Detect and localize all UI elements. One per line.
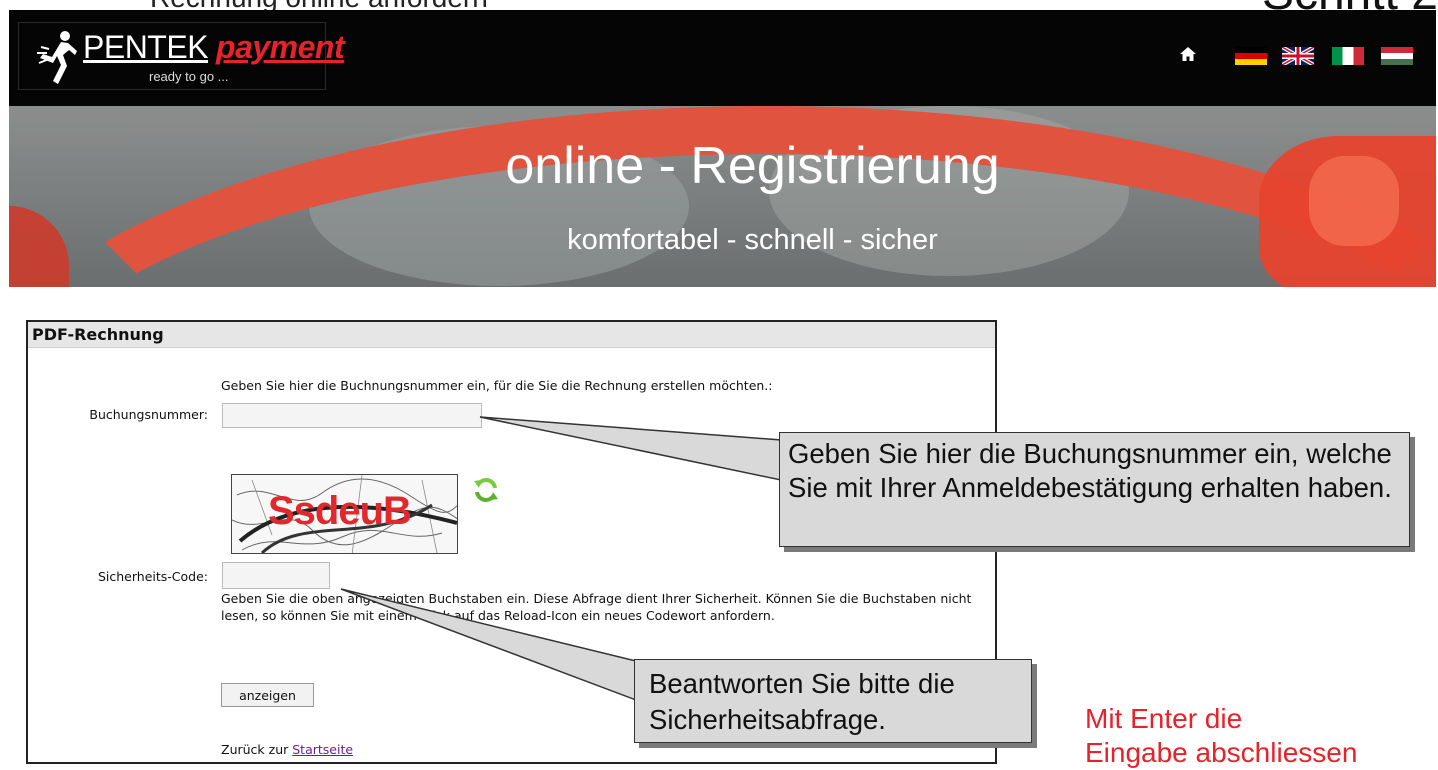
banner-subtitle: komfortabel - schnell - sicher: [567, 224, 938, 256]
brand-logo[interactable]: PENTEK payment ready to go ...: [18, 22, 345, 90]
booking-number-callout: Geben Sie hier die Buchungsnummer ein, w…: [779, 432, 1410, 547]
security-code-input[interactable]: [222, 562, 330, 589]
brand-secondary: payment: [216, 29, 345, 65]
security-code-label: Sicherheits-Code:: [97, 569, 208, 584]
booking-intro-text: Geben Sie hier die Buchnungsnummer ein, …: [221, 378, 773, 393]
enter-hint-line1: Mit Enter die: [1085, 703, 1243, 734]
site-header: PENTEK payment ready to go ...: [9, 10, 1436, 106]
brand-tagline: ready to go ...: [149, 69, 229, 84]
back-to-start: Zurück zur Startseite: [221, 742, 353, 757]
captcha-text: SsdeuB: [268, 489, 412, 533]
runner-icon: [37, 31, 77, 84]
banner-red-arc: [9, 106, 1436, 287]
brand-name: PENTEK payment: [83, 29, 345, 66]
panel-header: PDF-Rechnung: [28, 322, 995, 348]
flag-de-icon[interactable]: [1235, 47, 1267, 65]
security-hint-text: Geben Sie die oben angezeigten Buchstabe…: [221, 591, 972, 623]
booking-number-label: Buchungsnummer:: [89, 407, 208, 422]
show-button[interactable]: anzeigen: [221, 683, 314, 707]
cropped-step-label: Schritt 2: [1262, 0, 1438, 10]
security-question-callout: Beantworten Sie bitte die Sicherheitsabf…: [634, 659, 1032, 743]
top-cropped-heading: Rechnung online anfordern Schritt 2: [0, 0, 1438, 10]
home-icon[interactable]: [1179, 45, 1197, 63]
flag-uk-icon[interactable]: [1282, 47, 1314, 65]
startpage-link[interactable]: Startseite: [292, 742, 353, 757]
banner-title: online - Registrierung: [505, 137, 1000, 195]
captcha-image: SsdeuB: [231, 474, 458, 554]
brand-primary: PENTEK: [83, 29, 209, 65]
back-prefix: Zurück zur: [221, 742, 289, 757]
reload-icon[interactable]: [473, 477, 499, 503]
cropped-heading-left: Rechnung online anfordern: [150, 0, 488, 10]
booking-number-input[interactable]: [222, 403, 482, 428]
hero-banner: online - Registrierung komfortabel - sch…: [9, 106, 1436, 287]
enter-hint-line2: Eingabe abschliessen: [1085, 737, 1358, 768]
enter-hint-note: Mit Enter die Eingabe abschliessen: [1085, 702, 1357, 770]
flag-hu-icon[interactable]: [1381, 47, 1413, 65]
panel-title: PDF-Rechnung: [32, 325, 164, 344]
flag-it-icon[interactable]: [1332, 47, 1364, 65]
